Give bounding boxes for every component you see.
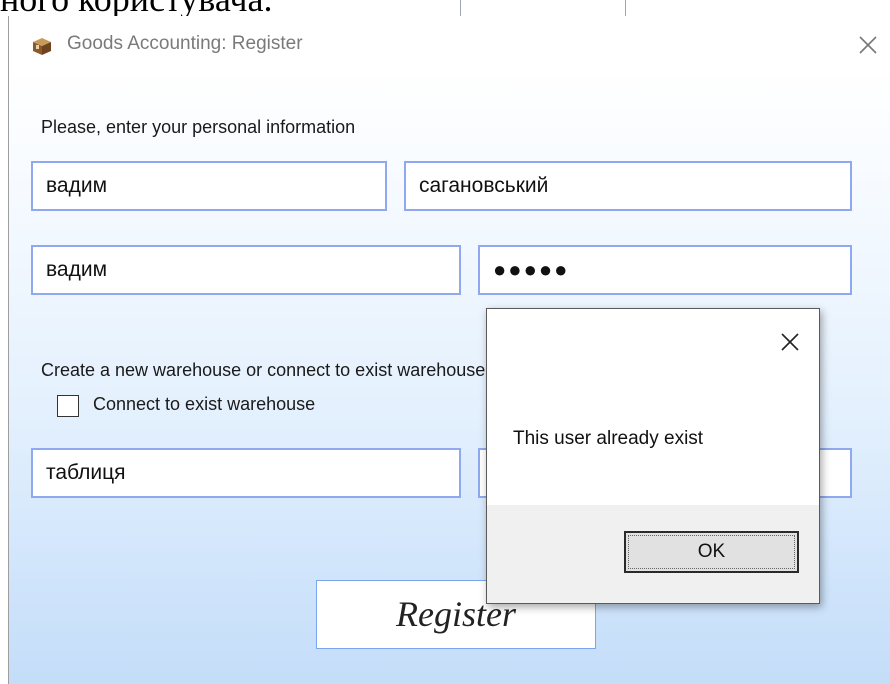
message-footer: OK [487,505,819,603]
password-field[interactable]: ●●●●● [478,245,852,295]
close-icon[interactable] [857,34,879,56]
first-name-field[interactable]: вадим [31,161,387,211]
warehouse-prompt: Create a new warehouse or connect to exi… [41,360,486,380]
ok-button[interactable]: OK [624,531,799,573]
warehouse-name-field[interactable]: таблиця [31,448,461,498]
close-icon[interactable] [780,332,800,352]
message-box: This user already exist OK [486,308,820,604]
table-border-line [460,0,461,16]
personal-info-prompt: Please, enter your personal information [41,117,356,137]
table-border-line [625,0,626,16]
login-field[interactable]: вадим [31,245,461,295]
message-text: This user already exist [513,428,704,449]
title-bar: Goods Accounting: Register [9,16,890,76]
background-document: ного користувача. [0,0,890,16]
background-document-text: ного користувача. [0,0,272,16]
window-title: Goods Accounting: Register [67,33,303,54]
connect-warehouse-label[interactable]: Connect to exist warehouse [93,394,315,415]
box-icon [31,36,53,56]
last-name-field[interactable]: сагановський [404,161,852,211]
connect-warehouse-checkbox[interactable] [57,395,79,417]
